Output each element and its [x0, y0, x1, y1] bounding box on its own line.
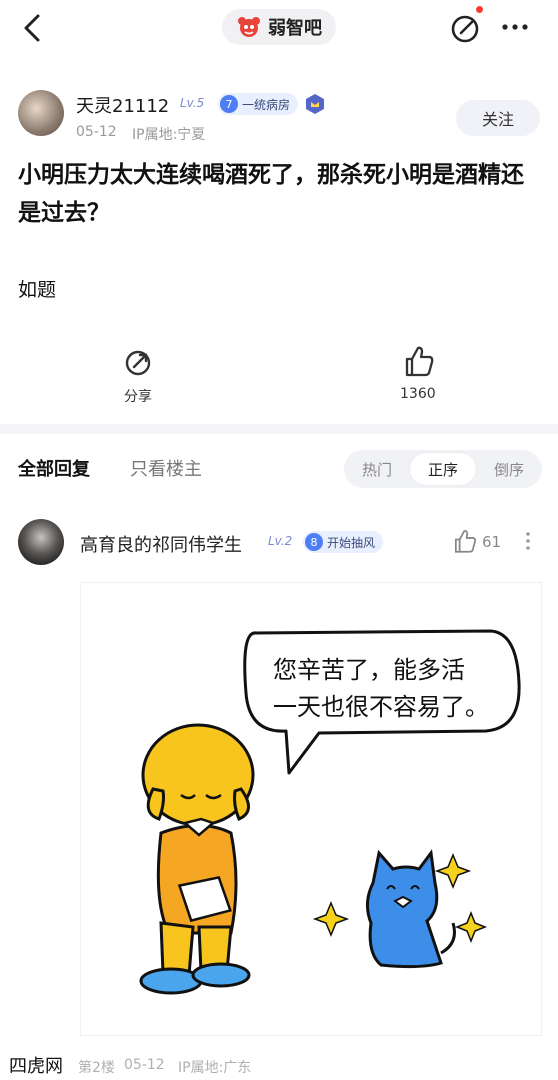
author-avatar[interactable] [18, 90, 64, 136]
compose-icon[interactable] [448, 10, 484, 46]
forum-pill[interactable]: 弱智吧 [222, 9, 336, 45]
like-count: 1360 [400, 386, 436, 402]
reply-level-badge: Lv.2 [268, 534, 293, 548]
notification-dot [476, 6, 483, 13]
post-date: 05-12 [76, 124, 117, 140]
member-level: 7 [220, 95, 238, 113]
author-name[interactable]: 天灵21112 [76, 92, 169, 118]
post-title: 小明压力太大连续喝酒死了，那杀死小明是酒精还是过去？ [18, 162, 524, 226]
reply-author-name[interactable]: 高育良的祁同伟学生 [80, 531, 242, 557]
thumbs-up-icon[interactable] [403, 344, 435, 378]
tab-op-only[interactable]: 只看楼主 [130, 455, 202, 481]
follow-button[interactable]: 关注 [456, 100, 540, 136]
sort-ascending[interactable]: 正序 [410, 453, 476, 485]
reply-member-level: 8 [305, 533, 323, 551]
comic-text-line2: 一天也很不容易了。 [273, 693, 489, 721]
share-icon[interactable] [123, 346, 155, 378]
watermark: 四虎网 [0, 1050, 72, 1080]
sort-descending[interactable]: 倒序 [476, 450, 542, 488]
reply-date: 05-12 [124, 1057, 165, 1073]
tab-all-replies[interactable]: 全部回复 [18, 455, 90, 481]
author-level-badge: Lv.5 [180, 96, 205, 110]
comic-text-line1: 您辛苦了，能多活 [273, 656, 465, 684]
section-divider [0, 424, 558, 434]
sort-hot[interactable]: 热门 [344, 450, 410, 488]
sort-segmented-control: 热门 正序 倒序 [344, 450, 542, 488]
forum-logo-icon [238, 17, 260, 37]
reply-author-avatar[interactable] [18, 519, 64, 565]
reply-like-count: 61 [482, 533, 502, 551]
reply-thumbs-up-icon[interactable] [452, 528, 478, 554]
back-arrow-icon[interactable] [18, 10, 48, 46]
post-body: 如题 [18, 279, 57, 301]
post-ip-location: IP属地:宁夏 [132, 127, 206, 143]
reply-floor: 第2楼 [78, 1060, 115, 1076]
reply-more-icon[interactable] [521, 529, 535, 553]
reply-ip-location: IP属地:广东 [178, 1060, 252, 1076]
more-options-icon[interactable] [498, 12, 532, 42]
member-badge: 7 一统病房 [218, 93, 299, 115]
member-title: 一统病房 [242, 97, 291, 112]
forum-name: 弱智吧 [268, 18, 322, 39]
reply-member-title: 开始抽风 [327, 535, 376, 550]
share-label[interactable]: 分享 [124, 386, 152, 406]
reply-member-badge: 8 开始抽风 [303, 531, 384, 553]
crown-icon [304, 93, 326, 115]
top-bar: 弱智吧 [0, 0, 558, 56]
reply-comic-image[interactable]: 您辛苦了，能多活 一天也很不容易了。 [80, 582, 542, 1036]
